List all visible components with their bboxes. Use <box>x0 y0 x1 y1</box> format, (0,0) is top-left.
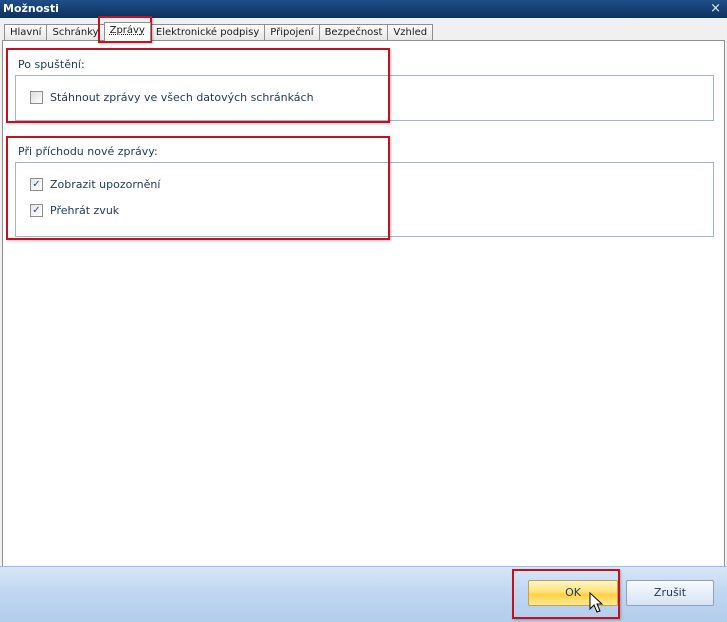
cancel-button[interactable]: Zrušit <box>626 580 714 606</box>
window-title: Možnosti <box>3 2 59 15</box>
tab-hlavni[interactable]: Hlavní <box>4 24 48 41</box>
highlight-startup-group <box>6 48 390 123</box>
tab-pripojeni[interactable]: Připojení <box>264 24 320 41</box>
tab-strip: Hlavní Schránky Zprávy Elektronické podp… <box>4 22 434 41</box>
tab-vzhled[interactable]: Vzhled <box>387 24 434 41</box>
highlight-new-message-group <box>6 136 390 240</box>
tab-schranky[interactable]: Schránky <box>46 24 105 41</box>
close-icon[interactable]: × <box>710 1 721 16</box>
tab-bezpecnost[interactable]: Bezpečnost <box>318 24 389 41</box>
tab-elektronicke-podpisy[interactable]: Elektronické podpisy <box>149 24 266 41</box>
mouse-cursor-icon <box>589 592 603 613</box>
tab-zpravy[interactable]: Zprávy <box>103 22 151 41</box>
highlight-ok-button <box>512 569 620 619</box>
